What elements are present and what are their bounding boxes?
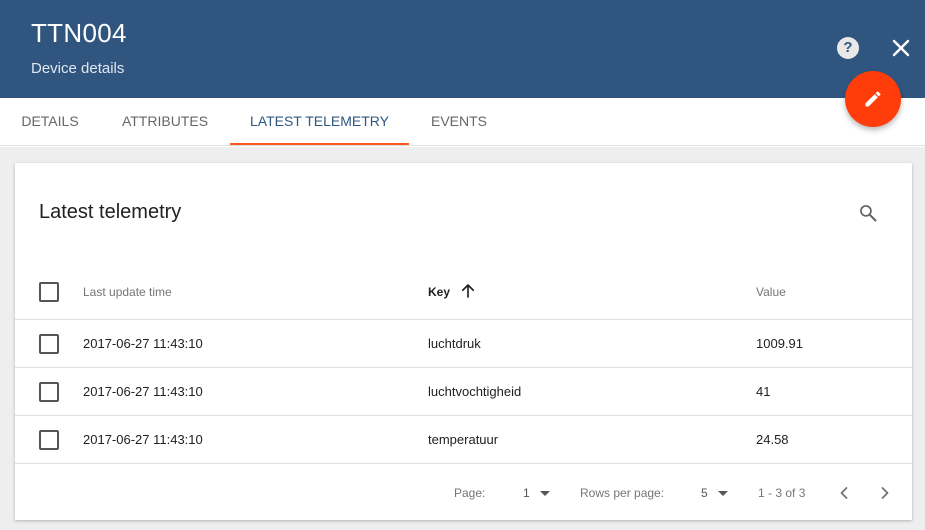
cell-key: temperatuur bbox=[428, 432, 499, 447]
tab-details[interactable]: DETAILS bbox=[0, 98, 100, 146]
column-header-value[interactable]: Value bbox=[756, 285, 786, 299]
page-label: Page: bbox=[454, 486, 486, 500]
cell-value: 41 bbox=[756, 384, 771, 399]
page-select[interactable]: 1 bbox=[523, 486, 550, 500]
chevron-down-icon bbox=[539, 491, 550, 497]
arrow-up-icon[interactable] bbox=[459, 282, 477, 300]
tab-bar: DETAILS ATTRIBUTES LATEST TELEMETRY EVEN… bbox=[0, 98, 925, 146]
pencil-icon bbox=[865, 91, 881, 107]
row-checkbox[interactable] bbox=[39, 430, 59, 450]
cell-key: luchtvochtigheid bbox=[428, 384, 522, 399]
tab-latest-telemetry[interactable]: LATEST TELEMETRY bbox=[230, 98, 409, 146]
telemetry-card: Latest telemetry Last update time Key Va… bbox=[15, 163, 912, 520]
column-header-time[interactable]: Last update time bbox=[83, 285, 172, 299]
tab-attributes[interactable]: ATTRIBUTES bbox=[100, 98, 230, 146]
edit-button[interactable] bbox=[845, 71, 901, 127]
dialog-header: TTN004 Device details ? bbox=[0, 0, 925, 98]
rows-per-page-select[interactable]: 5 bbox=[701, 486, 728, 500]
cell-value: 24.58 bbox=[756, 432, 789, 447]
tab-events[interactable]: EVENTS bbox=[409, 98, 509, 146]
device-title: TTN004 bbox=[31, 18, 127, 48]
rows-per-page-label: Rows per page: bbox=[580, 486, 665, 500]
card-title: Latest telemetry bbox=[39, 201, 182, 223]
table-row[interactable]: 2017-06-27 11:43:10 luchtvochtigheid 41 bbox=[15, 368, 912, 416]
cell-time: 2017-06-27 11:43:10 bbox=[83, 336, 203, 351]
select-all-checkbox[interactable] bbox=[39, 282, 59, 302]
table-header-row: Last update time Key Value bbox=[15, 267, 912, 320]
active-tab-indicator bbox=[230, 143, 409, 145]
cell-value: 1009.91 bbox=[756, 336, 803, 351]
table-row[interactable]: 2017-06-27 11:43:10 luchtdruk 1009.91 bbox=[15, 320, 912, 368]
chevron-left-icon[interactable] bbox=[834, 483, 854, 503]
chevron-right-icon[interactable] bbox=[875, 483, 895, 503]
chevron-down-icon bbox=[717, 491, 728, 497]
page-range: 1 - 3 of 3 bbox=[758, 486, 806, 500]
cell-key: luchtdruk bbox=[428, 336, 481, 351]
row-checkbox[interactable] bbox=[39, 334, 59, 354]
rows-per-page-value: 5 bbox=[701, 486, 708, 500]
cell-time: 2017-06-27 11:43:10 bbox=[83, 384, 203, 399]
help-icon[interactable]: ? bbox=[837, 37, 859, 59]
pagination-bar: Page: 1 Rows per page: 5 1 - 3 of 3 bbox=[15, 465, 912, 520]
column-header-key[interactable]: Key bbox=[428, 285, 450, 299]
table-row[interactable]: 2017-06-27 11:43:10 temperatuur 24.58 bbox=[15, 416, 912, 464]
page-value: 1 bbox=[523, 486, 530, 500]
close-icon[interactable] bbox=[889, 36, 913, 60]
cell-time: 2017-06-27 11:43:10 bbox=[83, 432, 203, 447]
search-icon[interactable] bbox=[858, 203, 878, 223]
device-subtitle: Device details bbox=[31, 60, 125, 77]
row-checkbox[interactable] bbox=[39, 382, 59, 402]
